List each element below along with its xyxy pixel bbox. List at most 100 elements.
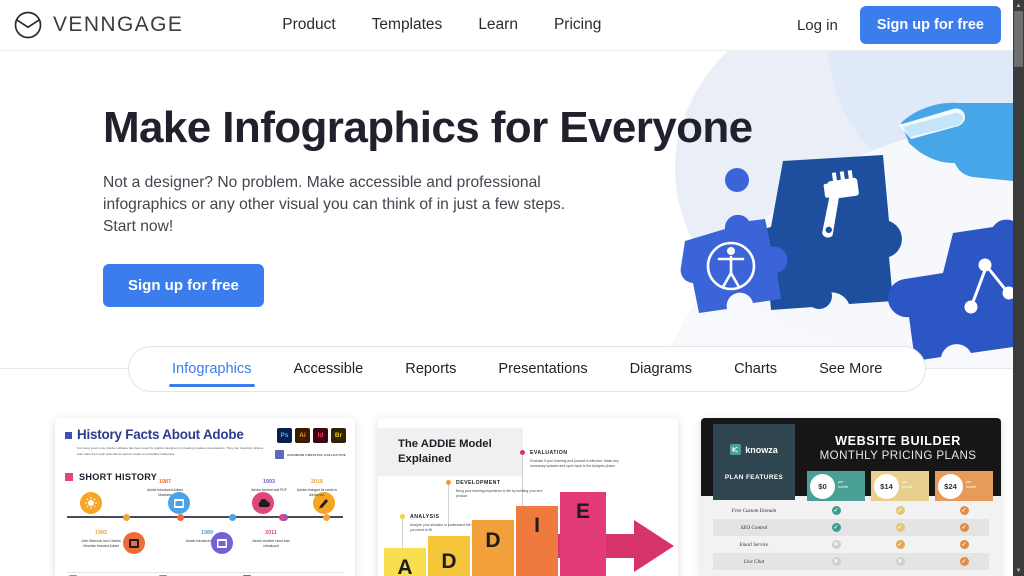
nav-item-learn[interactable]: Learn <box>478 16 518 34</box>
plan-column-free: $0 per month <box>807 471 865 501</box>
addie-block-d1: D <box>428 536 470 576</box>
plan-column-standard: $14 per month <box>871 471 929 501</box>
timeline-caption-2011: Adobe creative cloud was introduced <box>252 539 290 549</box>
badge-bridge: Br <box>331 428 346 443</box>
badge-photoshop: Ps <box>277 428 292 443</box>
template-card-pricing-plans[interactable]: knowza PLAN FEATURES WEBSITE BUILDER MON… <box>701 418 1001 576</box>
timeline-dot-1987 <box>177 513 184 521</box>
row-label-free-custom-domain: Free Custom Domain <box>731 507 777 514</box>
square-bullet-icon <box>65 432 72 439</box>
step-evaluation-body: Evaluate if your learning end product is… <box>530 458 619 469</box>
nav-item-product[interactable]: Product <box>282 16 335 34</box>
table-row: SEO Control ✓ ✓ ✓ <box>713 519 989 536</box>
timeline-year-2018: 2018 <box>311 479 323 485</box>
card1-title: History Facts About Adobe <box>77 427 244 442</box>
scrollbar-thumb[interactable] <box>1014 11 1023 67</box>
badge-illustrator: Ai <box>295 428 310 443</box>
table-row: Free Custom Domain ✓ ✓ ✓ <box>713 502 989 519</box>
badge-indesign: Id <box>313 428 328 443</box>
cell-free-domain-premium: ✓ <box>959 506 969 515</box>
tab-infographics[interactable]: Infographics <box>169 346 255 392</box>
timeline-node-2011 <box>252 492 274 514</box>
hero-content: Make Infographics for Everyone Not a des… <box>0 51 1013 307</box>
card2-title-box: The ADDIE Model Explained <box>378 428 523 476</box>
card3-plan-features-label: PLAN FEATURES <box>724 474 784 481</box>
main-nav: Product Templates Learn Pricing <box>282 16 637 34</box>
step-development: DEVELOPMENT Bring your learning experien… <box>456 480 544 500</box>
header-actions: Log in Sign up for free <box>797 6 1001 44</box>
table-row: Live Chat ✕ ✕ ✓ <box>713 553 989 570</box>
timeline-year-1987: 1987 <box>159 479 171 485</box>
site-header: VENNGAGE Product Templates Learn Pricing… <box>0 0 1013 51</box>
cell-seo-free: ✓ <box>831 523 841 532</box>
timeline-dot-1982 <box>123 513 130 521</box>
card3-title-line1: WEBSITE BUILDER <box>835 434 961 448</box>
signup-button-header[interactable]: Sign up for free <box>859 6 1001 44</box>
addie-block-e: E <box>560 492 606 576</box>
addie-block-i: I <box>516 506 558 576</box>
adobe-product-badges: Ps Ai Id Br <box>277 428 346 443</box>
cell-chat-premium: ✓ <box>959 557 969 566</box>
step-development-body: Bring your learning experience to life b… <box>456 488 543 499</box>
card3-brand-panel: knowza PLAN FEATURES <box>713 424 795 500</box>
tab-diagrams[interactable]: Diagrams <box>630 346 692 392</box>
hero-subtitle: Not a designer? No problem. Make accessi… <box>103 173 565 235</box>
cell-email-standard: ✓ <box>895 540 905 549</box>
timeline-dot-2018 <box>323 513 330 521</box>
login-link[interactable]: Log in <box>797 17 838 34</box>
step-evaluation: EVALUATION Evaluate if your learning end… <box>530 450 630 470</box>
timeline-caption-2018: Adobe changed its name to Adobe Inc. <box>296 488 338 498</box>
template-card-addie-model[interactable]: The ADDIE Model Explained EVALUATION Eva… <box>378 418 678 576</box>
page-title: Make Infographics for Everyone <box>103 103 753 152</box>
brand-logo[interactable]: VENNGAGE <box>13 10 183 40</box>
plan-price-standard: $14 <box>874 474 899 499</box>
card1-paragraph: For many years now, Adobe software has b… <box>77 446 264 456</box>
cell-chat-standard: ✕ <box>895 557 905 566</box>
row-label-live-chat: Live Chat <box>743 558 765 565</box>
cell-email-free: ✕ <box>831 540 841 549</box>
card3-title-line2: MONTHLY PRICING PLANS <box>819 449 977 462</box>
timeline-node-1987b <box>123 532 145 554</box>
knowza-brand-name: knowza <box>745 444 778 455</box>
venn-circle-icon <box>13 10 43 40</box>
plan-column-premium: $24 per month <box>935 471 993 501</box>
nav-item-templates[interactable]: Templates <box>372 16 443 34</box>
template-card-adobe-history[interactable]: History Facts About Adobe For many years… <box>55 418 355 576</box>
template-card-grid: History Facts About Adobe For many years… <box>55 418 1001 576</box>
template-category-tabs: Infographics Accessible Reports Presenta… <box>128 346 927 392</box>
tab-reports[interactable]: Reports <box>405 346 456 392</box>
addie-block-a: A <box>384 548 426 576</box>
tab-presentations[interactable]: Presentations <box>498 346 587 392</box>
scroll-up-arrow-icon[interactable]: ▲ <box>1013 0 1024 11</box>
signup-button-hero[interactable]: Sign up for free <box>103 263 264 307</box>
tab-see-more[interactable]: See More <box>819 346 882 392</box>
cell-free-domain-standard: ✓ <box>895 506 905 515</box>
row-label-email-service: Email Service <box>739 541 769 548</box>
card1-collective: RAINBOW CREATIVE COLLECTIVE <box>275 450 346 459</box>
tab-charts[interactable]: Charts <box>734 346 777 392</box>
timeline-caption-1982: John Warnock and Charles Geschke founded… <box>81 539 121 549</box>
section-square-icon <box>65 472 73 481</box>
page-root: VENNGAGE Product Templates Learn Pricing… <box>0 0 1024 576</box>
table-row: Email Service ✕ ✓ ✓ <box>713 536 989 553</box>
card3-brand: knowza <box>713 444 795 455</box>
timeline-year-1982: 1982 <box>95 530 107 536</box>
card1-timeline <box>67 513 343 521</box>
plan-price-free: $0 <box>810 474 835 499</box>
collective-icon <box>275 450 285 459</box>
brand-name: VENNGAGE <box>53 13 184 36</box>
timeline-caption-1993: Adobe Acrobat and PDF <box>251 488 287 492</box>
plan-per-free: per month <box>838 480 848 490</box>
tab-accessible[interactable]: Accessible <box>294 346 364 392</box>
nav-item-pricing[interactable]: Pricing <box>554 16 601 34</box>
cell-email-premium: ✓ <box>959 540 969 549</box>
scroll-down-arrow-icon[interactable]: ▼ <box>1013 565 1024 576</box>
row-label-seo-control: SEO Control <box>740 524 768 531</box>
step-development-heading: DEVELOPMENT <box>456 480 501 486</box>
knowza-logo-icon <box>730 444 742 455</box>
timeline-node-1987 <box>80 492 102 514</box>
page-scrollbar[interactable]: ▲ ▼ <box>1013 0 1024 576</box>
timeline-year-1993: 1993 <box>263 479 275 485</box>
plan-price-premium: $24 <box>938 474 963 499</box>
cell-free-domain-free: ✓ <box>831 506 841 515</box>
